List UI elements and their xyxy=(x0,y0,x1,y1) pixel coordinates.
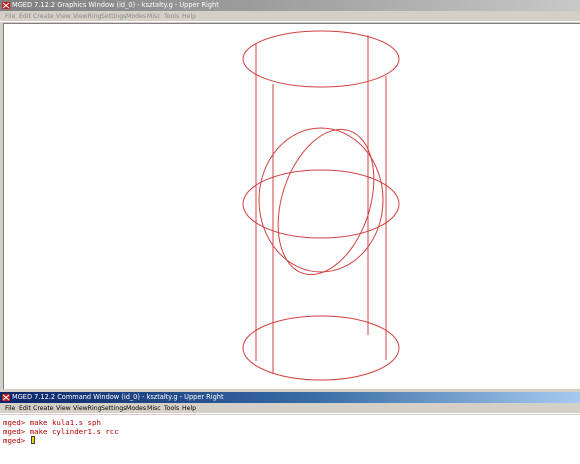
command-menu-modes[interactable]: Modes xyxy=(126,403,146,414)
command-window-title: MGED 7.12.2 Command Window (id_0) - kszt… xyxy=(12,393,224,401)
graphics-menu-viewring[interactable]: ViewRing xyxy=(73,11,102,22)
command-menu-edit[interactable]: Edit xyxy=(19,403,31,414)
graphics-menu-edit[interactable]: Edit xyxy=(19,11,31,22)
command-menu-tools[interactable]: Tools xyxy=(164,403,179,414)
command-console[interactable]: mged> make kula1.s sph mged> make cylind… xyxy=(0,415,580,464)
console-prompt: mged> xyxy=(3,427,26,436)
graphics-menu-view[interactable]: View xyxy=(56,11,71,22)
graphics-menu-misc[interactable]: Misc xyxy=(147,11,161,22)
wireframe-view xyxy=(242,30,400,381)
command-menu-settings[interactable]: Settings xyxy=(101,403,126,414)
cylinder-top-cap xyxy=(242,30,400,88)
cylinder-mid-ellipse xyxy=(242,169,400,239)
graphics-window: MGED 7.12.2 Graphics Window (id_0) - ksz… xyxy=(0,0,580,392)
graphics-menu-tools[interactable]: Tools xyxy=(164,11,179,22)
graphics-menubar: File Edit Create View ViewRing Settings … xyxy=(0,11,580,22)
command-menu-viewring[interactable]: ViewRing xyxy=(73,403,102,414)
console-line: mged> make kula1.s sph xyxy=(3,418,101,427)
graphics-menu-settings[interactable]: Settings xyxy=(101,11,126,22)
graphics-window-titlebar[interactable]: MGED 7.12.2 Graphics Window (id_0) - ksz… xyxy=(0,0,580,11)
console-command: make cylinder1.s rcc xyxy=(29,427,119,436)
sphere-ring-tilted xyxy=(277,128,375,276)
console-line: mged> xyxy=(3,436,35,445)
console-line: mged> make cylinder1.s rcc xyxy=(3,427,119,436)
graphics-viewport[interactable] xyxy=(3,23,580,389)
graphics-menu-file[interactable]: File xyxy=(5,11,15,22)
command-menu-file[interactable]: File xyxy=(5,403,15,414)
mged-app-icon xyxy=(2,2,10,9)
graphics-menu-modes[interactable]: Modes xyxy=(126,11,146,22)
console-prompt: mged> xyxy=(3,418,26,427)
command-menu-view[interactable]: View xyxy=(56,403,71,414)
command-menubar: File Edit Create View ViewRing Settings … xyxy=(0,403,580,414)
command-menu-create[interactable]: Create xyxy=(33,403,54,414)
graphics-window-title: MGED 7.12.2 Graphics Window (id_0) - ksz… xyxy=(12,1,219,9)
sphere-ring-vertical xyxy=(258,127,384,273)
command-window: MGED 7.12.2 Command Window (id_0) - kszt… xyxy=(0,392,580,464)
cylinder-bottom-cap xyxy=(242,315,400,381)
console-command: make kula1.s sph xyxy=(29,418,101,427)
mged-app-icon xyxy=(2,394,10,401)
graphics-menu-help[interactable]: Help xyxy=(182,11,196,22)
text-cursor xyxy=(30,436,35,444)
graphics-menu-create[interactable]: Create xyxy=(33,11,54,22)
command-window-titlebar[interactable]: MGED 7.12.2 Command Window (id_0) - kszt… xyxy=(0,392,580,403)
console-prompt: mged> xyxy=(3,436,26,445)
command-menu-help[interactable]: Help xyxy=(182,403,196,414)
command-menu-misc[interactable]: Misc xyxy=(147,403,161,414)
